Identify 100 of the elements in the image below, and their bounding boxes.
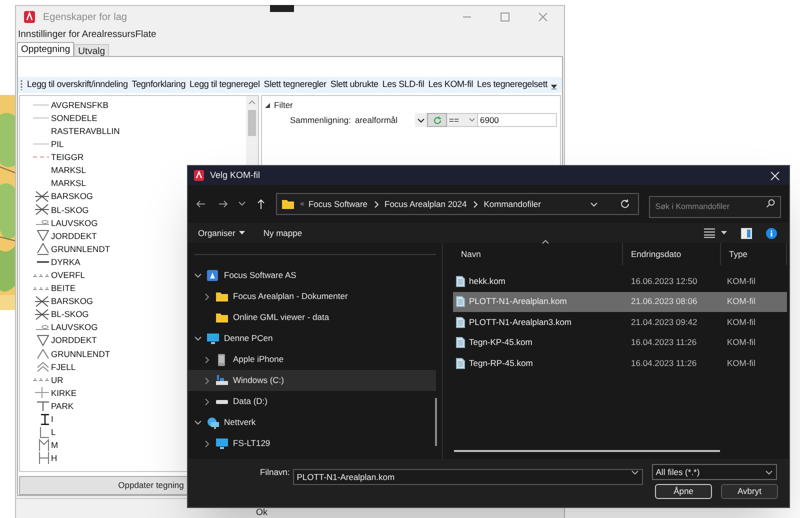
caret-icon[interactable] — [721, 231, 727, 235]
symbol-label[interactable]: GRUNNLENDT — [51, 348, 110, 359]
tree-item[interactable]: Data (D:) — [188, 391, 436, 412]
refresh-icon[interactable] — [620, 199, 630, 209]
file-row[interactable]: PLOTT-N1-Arealplan3.kom 21.04.2023 09:42 KOM-fil — [453, 312, 787, 332]
toolbar-button[interactable]: Tegnforklaring — [132, 78, 186, 92]
symbol-label[interactable]: BARSKOG — [51, 296, 94, 306]
file-name[interactable]: Tegn-RP-45.kom — [469, 356, 533, 370]
symbol-label[interactable]: BARSKOG — [51, 191, 94, 202]
symbol-label[interactable]: I — [51, 414, 54, 424]
symbol-label[interactable]: FJELL — [51, 362, 76, 372]
symbol-label[interactable]: MARKSL — [51, 178, 86, 188]
symbol-label[interactable]: JORDDEKT — [51, 335, 97, 346]
symbol-label[interactable]: UR — [51, 374, 64, 385]
breadcrumb[interactable]: Kommandofiler — [484, 198, 541, 210]
tree-item[interactable]: Online GML viewer - data — [188, 307, 436, 328]
up-icon[interactable] — [256, 199, 266, 209]
symbol-label[interactable]: RASTERAVBLLIN — [51, 126, 120, 136]
dropdown-icon[interactable] — [415, 113, 427, 127]
tree-item[interactable]: Nettverk — [188, 412, 436, 433]
column-header[interactable]: Endringsdato — [623, 243, 721, 265]
tab[interactable]: Opptegning — [17, 42, 74, 56]
symbol-label[interactable]: BL-SKOG — [51, 309, 89, 320]
chevron-right-icon[interactable] — [203, 292, 211, 300]
tab[interactable]: Utvalg — [74, 44, 110, 56]
symbol-label[interactable]: MARKSL — [51, 165, 86, 176]
file-name[interactable]: PLOTT-N1-Arealplan.kom — [469, 295, 567, 308]
filename-field[interactable]: PLOTT-N1-Arealplan.kom — [292, 469, 643, 485]
symbol-label[interactable]: H — [51, 453, 58, 464]
tree-item[interactable]: Focus Arealplan - Dokumenter — [188, 286, 436, 307]
symbol-label[interactable]: TEIGGR — [51, 152, 84, 162]
drag-handle[interactable] — [270, 5, 294, 12]
symbol-label[interactable]: BEITE — [51, 283, 76, 294]
toolbar-button[interactable]: Legg til tegneregel — [190, 78, 260, 92]
scroll-thumb[interactable] — [454, 450, 720, 452]
forward-icon[interactable] — [218, 199, 228, 209]
breadcrumb[interactable]: Focus Arealplan 2024 — [384, 198, 467, 210]
chevron-right-icon[interactable] — [203, 440, 211, 448]
symbol-label[interactable]: AVGRENSFKB — [51, 100, 108, 110]
chevron-right-icon[interactable] — [203, 398, 211, 406]
toolbar-button[interactable]: Les KOM-fil — [428, 78, 473, 92]
overflow-icon[interactable] — [551, 84, 558, 90]
preview-pane-icon[interactable] — [741, 228, 752, 238]
column-header[interactable]: Navn — [453, 243, 623, 265]
symbol-label[interactable]: LAUVSKOG — [51, 218, 98, 228]
tree-item[interactable]: Apple iPhone — [188, 349, 436, 370]
scroll-thumb[interactable] — [248, 110, 256, 136]
column-header[interactable]: Type — [721, 243, 787, 265]
address-bar[interactable]: « Focus Software Focus Arealplan 2024 Kommandofiler — [276, 193, 640, 215]
symbol-label[interactable]: PARK — [51, 400, 74, 411]
breadcrumb[interactable]: Focus Software — [308, 198, 368, 210]
symbol-label[interactable]: PIL — [51, 139, 64, 150]
file-row[interactable]: Tegn-KP-45.kom 16.04.2023 11:26 KOM-fil — [453, 332, 787, 353]
chevron-down-icon[interactable] — [194, 272, 202, 278]
symbol-label[interactable]: LAUVSKOG — [51, 322, 98, 332]
chevron-down-icon[interactable] — [590, 202, 598, 206]
overflow-mark[interactable]: « — [300, 198, 304, 210]
tree-item[interactable]: Windows (C:) — [188, 370, 436, 391]
symbol-label[interactable]: SONEDELE — [51, 112, 98, 123]
file-type-select[interactable]: All files (*.*) — [652, 464, 777, 480]
file-row[interactable]: PLOTT-N1-Arealplan.kom 21.06.2023 08:06 KOM-fil — [453, 292, 787, 312]
sort-icon[interactable] — [542, 240, 549, 244]
chevron-down-icon[interactable] — [194, 336, 202, 342]
tree-item[interactable]: FS-LT129 — [188, 433, 436, 454]
chevron-right-icon[interactable] — [203, 376, 211, 384]
toolbar-button[interactable]: Les tegneregelsett — [477, 78, 548, 92]
symbol-label[interactable]: BL-SKOG — [51, 204, 89, 215]
symbol-label[interactable]: KIRKE — [51, 388, 77, 398]
file-row[interactable]: Tegn-RP-45.kom 16.04.2023 11:26 KOM-fil — [453, 353, 787, 374]
chevron-down-icon[interactable] — [194, 420, 202, 426]
tree-item[interactable]: Focus Software AS — [188, 265, 436, 286]
symbol-label[interactable]: OVERFL — [51, 270, 86, 280]
file-name[interactable]: PLOTT-N1-Arealplan3.kom — [469, 316, 572, 329]
toolbar-button[interactable]: Les SLD-fil — [382, 78, 424, 92]
help-icon[interactable] — [766, 228, 777, 238]
toolbar-button[interactable]: Slett tegneregler — [264, 78, 326, 92]
dialog-button[interactable]: Åpne — [655, 484, 712, 499]
file-name[interactable]: Tegn-KP-45.kom — [469, 336, 532, 350]
symbol-label[interactable]: DYRKA — [51, 256, 80, 267]
value-field[interactable]: 6900 — [477, 113, 557, 127]
operator-select[interactable]: == — [447, 113, 477, 127]
symbol-label[interactable]: M — [51, 440, 58, 450]
scroll-thumb[interactable] — [435, 398, 437, 446]
file-row[interactable]: hekk.kom 16.06.2023 12:50 KOM-fil — [453, 271, 787, 292]
file-name[interactable]: hekk.kom — [469, 274, 506, 288]
symbol-label[interactable]: L — [51, 427, 56, 438]
toolbar-button[interactable]: Ny mappe — [263, 226, 302, 240]
tree-item[interactable]: Denne PCen — [188, 328, 436, 349]
chevron-right-icon[interactable] — [203, 356, 211, 364]
chevron-down-icon[interactable] — [630, 470, 639, 475]
search-field[interactable]: Søk i Kommandofiler — [649, 196, 781, 218]
chevron-down-icon[interactable] — [238, 201, 246, 207]
search-icon[interactable] — [766, 199, 775, 208]
back-icon[interactable] — [196, 199, 206, 209]
toolbar-button[interactable]: Legg til overskrift/inndeling — [27, 78, 128, 92]
toolbar-button[interactable]: Slett ubrukte — [330, 78, 378, 92]
menu-button[interactable]: Organiser — [198, 226, 246, 240]
list-view-icon[interactable] — [704, 228, 715, 238]
dialog-button[interactable]: Avbryt — [721, 484, 778, 499]
symbol-label[interactable]: JORDDEKT — [51, 230, 97, 241]
